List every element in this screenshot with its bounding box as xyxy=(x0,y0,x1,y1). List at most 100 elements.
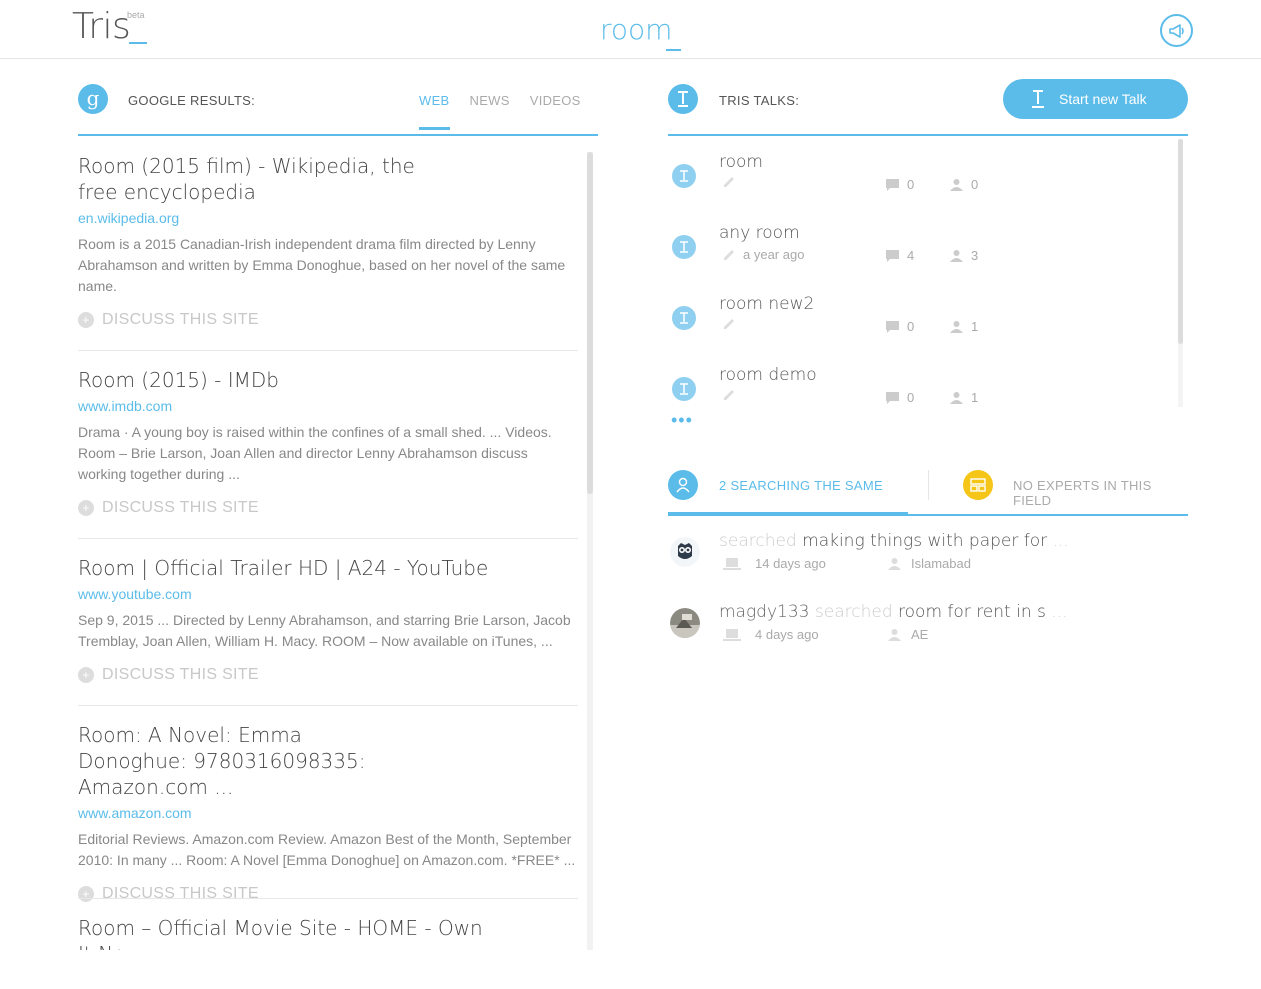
searcher-line: magdy133 searched room for rent in s ... xyxy=(719,602,1068,622)
result-item: Room | Official Trailer HD | A24 - YouTu… xyxy=(78,555,578,684)
user-icon xyxy=(950,321,963,333)
pencil-icon xyxy=(724,177,734,187)
pencil-icon xyxy=(724,319,734,329)
user-icon xyxy=(950,179,963,191)
talk-comments: 0 xyxy=(886,319,914,334)
query-ellipsis: ... xyxy=(1052,531,1069,551)
result-separator xyxy=(78,350,578,351)
talk-users: 0 xyxy=(950,177,978,192)
tris-talks-panel: TRIS TALKS: Start new Talk room 0 0 any … xyxy=(668,60,1190,680)
tab-videos[interactable]: VIDEOS xyxy=(530,93,581,108)
discuss-plus-icon: + xyxy=(78,500,94,516)
result-item: Room – Official Movie Site - HOME - Own … xyxy=(78,915,578,950)
start-new-talk-button[interactable]: Start new Talk xyxy=(1003,79,1188,119)
searched-verb: searched xyxy=(814,602,893,622)
user-count: 1 xyxy=(971,319,979,334)
tab-searching-the-same[interactable]: 2 SEARCHING THE SAME xyxy=(668,465,908,516)
query-ellipsis: ... xyxy=(1051,602,1068,622)
divider xyxy=(78,134,598,136)
searcher-query[interactable]: making things with paper for xyxy=(802,531,1047,551)
talk-name[interactable]: room demo xyxy=(719,365,817,385)
result-title[interactable]: Room (2015) - IMDb xyxy=(78,367,578,393)
result-description: Drama · A young boy is raised within the… xyxy=(78,424,552,482)
discuss-site-button[interactable]: + DISCUSS THIS SITE xyxy=(78,499,578,517)
logo-cursor xyxy=(129,42,147,44)
more-talks-button[interactable]: ••• xyxy=(671,411,693,429)
searcher-item[interactable]: searched making things with paper for ..… xyxy=(668,531,1188,591)
comment-icon xyxy=(886,391,899,404)
talk-bubble-icon xyxy=(672,235,696,259)
result-separator xyxy=(78,898,578,899)
comment-count: 0 xyxy=(907,390,915,405)
result-title[interactable]: Room (2015 film) - Wikipedia, the free e… xyxy=(78,153,438,205)
comment-count: 0 xyxy=(907,177,915,192)
tris-talks-title: TRIS TALKS: xyxy=(719,93,800,108)
divider xyxy=(668,134,1188,136)
result-title[interactable]: Room – Official Movie Site - HOME - Own … xyxy=(78,915,498,950)
discuss-site-button[interactable]: + DISCUSS THIS SITE xyxy=(78,666,578,684)
announce-button[interactable] xyxy=(1160,14,1193,47)
talk-item[interactable]: room new2 0 1 xyxy=(668,294,1168,354)
results-scrollbar-thumb[interactable] xyxy=(587,152,593,494)
discuss-plus-icon: + xyxy=(78,312,94,328)
discuss-label: DISCUSS THIS SITE xyxy=(102,499,259,516)
discuss-label: DISCUSS THIS SITE xyxy=(102,311,259,328)
search-time: 4 days ago xyxy=(755,627,819,642)
result-url[interactable]: www.imdb.com xyxy=(78,398,578,414)
app-header: Tris beta room xyxy=(0,0,1261,59)
google-icon: g xyxy=(78,84,108,114)
comment-icon xyxy=(886,320,899,333)
searcher-username[interactable]: magdy133 xyxy=(719,602,809,622)
discuss-site-button[interactable]: + DISCUSS THIS SITE xyxy=(78,885,578,903)
result-url[interactable]: en.wikipedia.org xyxy=(78,210,578,226)
talks-scrollbar-thumb[interactable] xyxy=(1178,139,1183,344)
tab-web[interactable]: WEB xyxy=(419,93,450,130)
searched-verb: searched xyxy=(719,531,797,551)
searcher-time: 14 days ago xyxy=(723,556,826,571)
search-cursor xyxy=(666,49,681,51)
result-url[interactable]: www.youtube.com xyxy=(78,586,578,602)
result-url[interactable]: www.amazon.com xyxy=(78,805,578,821)
talk-time: a year ago xyxy=(743,247,805,262)
avatar xyxy=(670,537,700,567)
user-icon xyxy=(950,250,963,262)
searchers-tabs: 2 SEARCHING THE SAME NO EXPERTS IN THIS … xyxy=(668,465,1188,517)
divider xyxy=(668,514,1188,516)
comment-icon xyxy=(886,178,899,191)
talk-item[interactable]: room 0 0 xyxy=(668,152,1168,212)
user-count: 3 xyxy=(971,248,979,263)
location-name: Islamabad xyxy=(911,556,971,571)
searcher-query[interactable]: room for rent in s xyxy=(898,602,1046,622)
app-logo[interactable]: Tris xyxy=(72,6,131,47)
search-term[interactable]: room xyxy=(600,13,672,46)
talk-name[interactable]: any room xyxy=(719,223,800,243)
talk-item[interactable]: room demo 0 1 xyxy=(668,365,1168,407)
experts-icon xyxy=(963,470,993,500)
discuss-site-button[interactable]: + DISCUSS THIS SITE xyxy=(78,311,578,329)
result-title[interactable]: Room | Official Trailer HD | A24 - YouTu… xyxy=(78,555,578,581)
discuss-label: DISCUSS THIS SITE xyxy=(102,666,259,683)
search-time: 14 days ago xyxy=(755,556,826,571)
talk-bubble-icon xyxy=(672,377,696,401)
result-title[interactable]: Room: A Novel: Emma Donoghue: 9780316098… xyxy=(78,722,398,800)
user-icon xyxy=(950,392,963,404)
laptop-icon xyxy=(723,628,741,641)
talk-users: 1 xyxy=(950,390,978,405)
location-name: AE xyxy=(911,627,929,642)
pencil-icon xyxy=(724,249,734,260)
user-icon xyxy=(888,558,901,570)
result-tabs: WEB NEWS VIDEOS xyxy=(419,93,581,130)
discuss-label: DISCUSS THIS SITE xyxy=(102,885,259,902)
talk-item[interactable]: any room a year ago 4 3 xyxy=(668,223,1168,283)
searcher-location: AE xyxy=(888,627,928,642)
discuss-plus-icon: + xyxy=(78,667,94,683)
user-icon xyxy=(888,629,901,641)
talk-name[interactable]: room new2 xyxy=(719,294,814,314)
searcher-item[interactable]: magdy133 searched room for rent in s ...… xyxy=(668,602,1188,662)
talk-comments: 4 xyxy=(886,248,914,263)
start-new-talk-label: Start new Talk xyxy=(1059,91,1147,107)
tab-news[interactable]: NEWS xyxy=(470,93,510,108)
searcher-location: Islamabad xyxy=(888,556,971,571)
talk-name[interactable]: room xyxy=(719,152,763,172)
result-description: Room is a 2015 Canadian-Irish independen… xyxy=(78,236,566,294)
